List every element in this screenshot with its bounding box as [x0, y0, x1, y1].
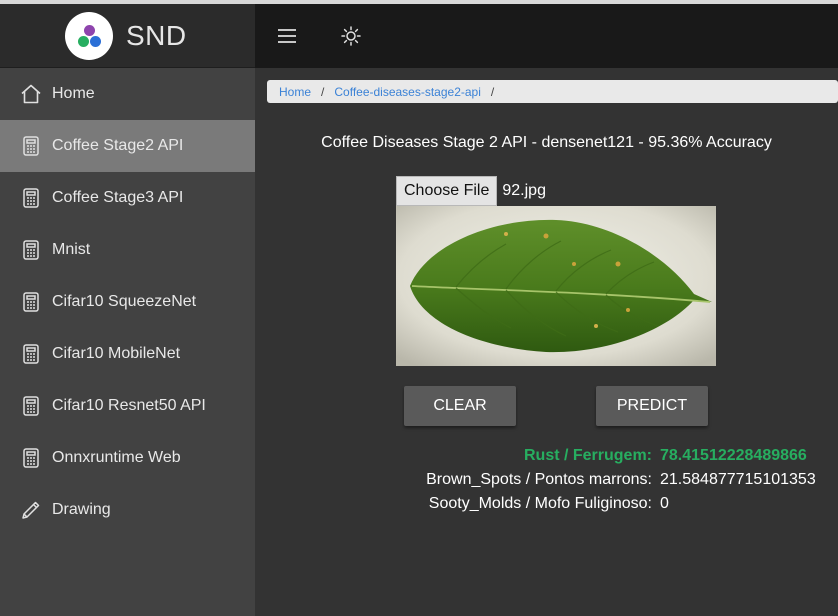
pencil-icon	[20, 499, 42, 521]
breadcrumb-separator: /	[490, 84, 495, 99]
sidebar-item-cifar10-mobilenet[interactable]: Cifar10 MobileNet	[0, 328, 255, 380]
sun-icon[interactable]	[337, 22, 365, 50]
choose-file-button[interactable]: Choose File	[396, 176, 498, 206]
sidebar-item-cifar10-resnet50-api[interactable]: Cifar10 Resnet50 API	[0, 380, 255, 432]
leaf-image-preview	[396, 206, 716, 366]
top-header	[255, 4, 838, 68]
predict-button[interactable]: PREDICT	[596, 386, 708, 426]
logo-icon	[65, 11, 113, 60]
sidebar-item-label: Home	[52, 85, 95, 102]
calculator-icon	[20, 395, 42, 417]
main-content: Home / Coffee-diseases-stage2-api / Coff…	[255, 68, 838, 616]
breadcrumb-separator: /	[321, 84, 325, 99]
calculator-icon	[20, 187, 42, 209]
result-label: Rust / Ferrugem:	[523, 447, 652, 464]
sidebar-item-label: Coffee Stage3 API	[52, 189, 184, 206]
result-row: Rust / Ferrugem: 78.41512228489866	[255, 444, 838, 468]
calculator-icon	[20, 343, 42, 365]
sidebar-item-onnxruntime-web[interactable]: Onnxruntime Web	[0, 432, 255, 484]
result-value: 78.41512228489866	[660, 447, 807, 464]
sidebar-item-label: Drawing	[52, 501, 111, 518]
calculator-icon	[20, 447, 42, 469]
result-row: Brown_Spots / Pontos marrons: 21.5848777…	[255, 468, 838, 492]
breadcrumb-current-link[interactable]: Coffee-diseases-stage2-api	[334, 85, 481, 99]
sidebar: SND Home Coffee Stage2 API Coffee Stage3…	[0, 4, 255, 616]
result-value: 21.584877715101353	[660, 471, 816, 488]
brand-name: SND	[126, 19, 187, 51]
result-label: Brown_Spots / Pontos marrons:	[426, 471, 652, 488]
clear-button[interactable]: CLEAR	[404, 386, 516, 426]
selected-file-name: 92.jpg	[502, 182, 546, 199]
prediction-results: Rust / Ferrugem: 78.41512228489866 Brown…	[255, 444, 838, 516]
sidebar-item-label: Coffee Stage2 API	[52, 137, 184, 154]
calculator-icon	[20, 291, 42, 313]
result-label: Sooty_Molds / Mofo Fuliginoso:	[428, 495, 652, 512]
sidebar-item-label: Cifar10 Resnet50 API	[52, 397, 206, 414]
breadcrumb: Home / Coffee-diseases-stage2-api /	[267, 80, 838, 103]
sidebar-item-coffee-stage3-api[interactable]: Coffee Stage3 API	[0, 172, 255, 224]
sidebar-nav: Home Coffee Stage2 API Coffee Stage3 API	[0, 68, 255, 536]
sidebar-item-cifar10-squeezenet[interactable]: Cifar10 SqueezeNet	[0, 276, 255, 328]
sidebar-item-label: Cifar10 SqueezeNet	[52, 293, 197, 310]
breadcrumb-home-link[interactable]: Home	[279, 85, 311, 99]
sidebar-item-home[interactable]: Home	[0, 68, 255, 120]
hamburger-menu-icon[interactable]	[273, 22, 301, 50]
calculator-icon	[20, 135, 42, 157]
home-icon	[20, 83, 42, 105]
sidebar-item-coffee-stage2-api[interactable]: Coffee Stage2 API	[0, 120, 255, 172]
sidebar-item-mnist[interactable]: Mnist	[0, 224, 255, 276]
sidebar-item-label: Onnxruntime Web	[52, 449, 181, 466]
sidebar-item-label: Cifar10 MobileNet	[52, 345, 181, 362]
page-title: Coffee Diseases Stage 2 API - densenet12…	[321, 134, 772, 151]
file-input: Choose File 92.jpg	[396, 176, 546, 206]
result-value: 0	[660, 495, 669, 512]
result-row: Sooty_Molds / Mofo Fuliginoso: 0	[255, 492, 838, 516]
calculator-icon	[20, 239, 42, 261]
brand[interactable]: SND	[0, 4, 255, 68]
sidebar-item-drawing[interactable]: Drawing	[0, 484, 255, 536]
sidebar-item-label: Mnist	[52, 241, 91, 258]
